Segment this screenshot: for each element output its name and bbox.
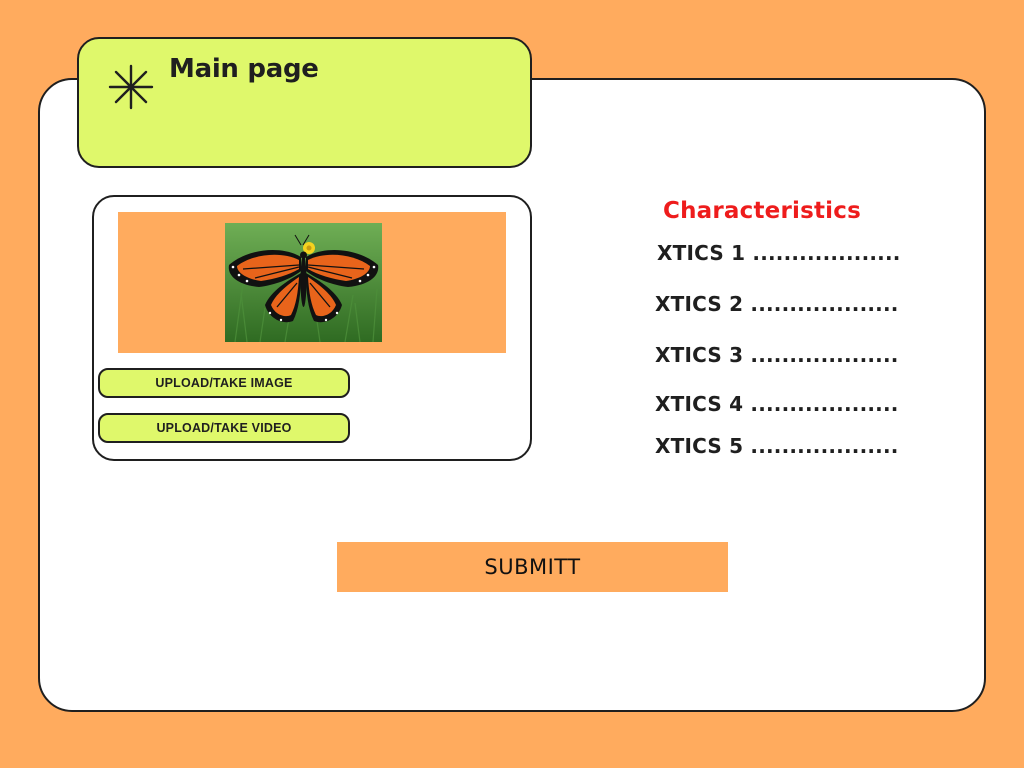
butterfly-image — [225, 223, 382, 342]
upload-image-button[interactable]: UPLOAD/TAKE IMAGE — [98, 368, 350, 398]
asterisk-icon — [108, 64, 154, 110]
characteristic-item: XTICS 1 ................... — [657, 241, 901, 265]
characteristic-item: XTICS 5 ................... — [655, 434, 899, 458]
characteristic-item: XTICS 2 ................... — [655, 292, 899, 316]
submit-button[interactable]: SUBMITT — [337, 542, 728, 592]
characteristics-heading: Characteristics — [663, 198, 861, 224]
characteristic-item: XTICS 4 ................... — [655, 392, 899, 416]
upload-video-button[interactable]: UPLOAD/TAKE VIDEO — [98, 413, 350, 443]
page-title: Main page — [169, 54, 319, 84]
characteristic-item: XTICS 3 ................... — [655, 343, 899, 367]
